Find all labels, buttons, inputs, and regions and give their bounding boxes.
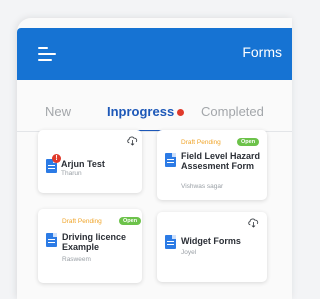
tab-new[interactable]: New [45, 104, 71, 119]
card-author: Vishwas sagar [181, 183, 224, 190]
status-text: Draft Pending [62, 218, 102, 225]
card-title: Widget Forms [181, 236, 241, 246]
tab-completed[interactable]: Completed [201, 104, 264, 119]
form-card[interactable]: Widget Forms Joyel [157, 212, 267, 282]
status-badge: Open [237, 138, 260, 146]
card-author: Rasweem [62, 256, 91, 263]
status-badge: Open [119, 217, 142, 225]
alert-badge: ! [52, 154, 61, 163]
tab-inprogress[interactable]: Inprogress [107, 104, 185, 119]
form-card[interactable]: Draft Pending Open Field Level Hazard As… [157, 130, 267, 200]
cloud-download-icon[interactable] [126, 135, 139, 146]
form-card[interactable]: ! Arjun Test Tharun [38, 130, 142, 193]
document-icon [165, 235, 176, 249]
card-title: Arjun Test [61, 159, 105, 169]
form-card[interactable]: Draft Pending Open Driving licence Examp… [38, 209, 142, 283]
document-icon [165, 153, 176, 167]
hamburger-menu-icon[interactable] [38, 47, 56, 61]
alert-dot [177, 109, 185, 117]
app-bar: Forms [17, 28, 292, 80]
status-text: Draft Pending [181, 139, 221, 146]
page-title: Forms [242, 44, 282, 60]
card-title: Driving licence Example [62, 232, 127, 252]
card-author: Joyel [181, 249, 197, 256]
card-title: Field Level Hazard Assesment Form [181, 151, 261, 171]
app-screen: Forms New Inprogress Completed ! Arjun T… [17, 18, 292, 299]
card-author: Tharun [61, 170, 82, 177]
tab-bar: New Inprogress Completed [17, 80, 292, 132]
cloud-download-icon[interactable] [247, 217, 260, 228]
document-icon [46, 233, 57, 247]
